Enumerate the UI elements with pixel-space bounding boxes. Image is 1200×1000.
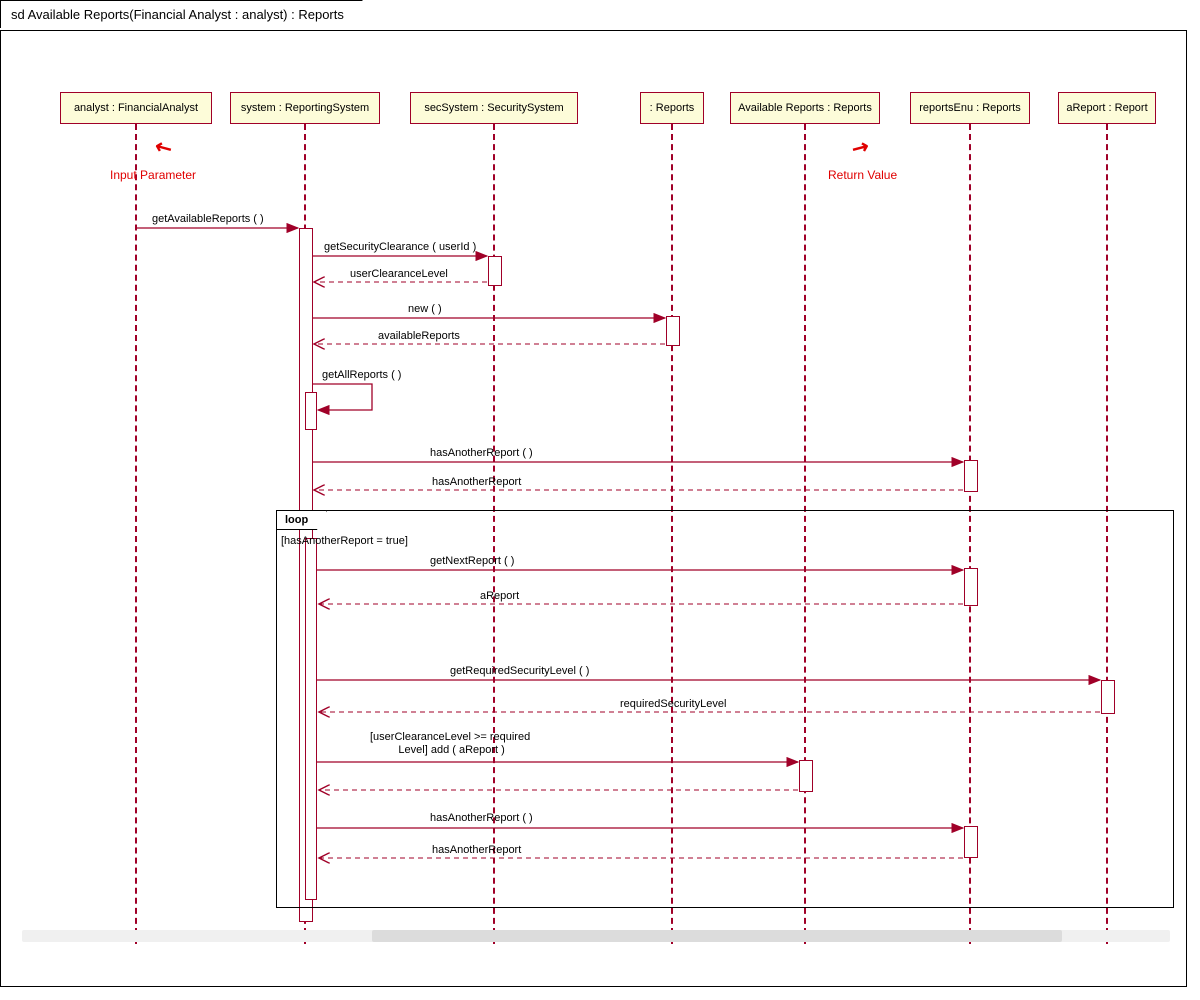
- activation-reportsenu: [964, 460, 978, 492]
- msg-getsecurity: getSecurityClearance ( userId ): [324, 241, 476, 253]
- loop-tab: loop: [276, 510, 327, 530]
- lifeline-system: system : ReportingSystem: [230, 92, 380, 124]
- msg-getavailablereports: getAvailableReports ( ): [152, 213, 264, 225]
- lifeline-reportsenu: reportsEnu : Reports: [910, 92, 1030, 124]
- msg-getnext: getNextReport ( ): [430, 555, 514, 567]
- lifeline-analyst: analyst : FinancialAnalyst: [60, 92, 212, 124]
- msg-getreqsec: getRequiredSecurityLevel ( ): [450, 665, 589, 677]
- msg-hasanother1r: hasAnotherReport: [432, 476, 521, 488]
- lifeline-line: [135, 124, 137, 944]
- frame-title-tab: sd Available Reports(Financial Analyst :…: [0, 0, 363, 28]
- msg-hasanother2: hasAnotherReport ( ): [430, 812, 533, 824]
- frame-title: sd Available Reports(Financial Analyst :…: [11, 7, 344, 22]
- h-scrollbar-thumb[interactable]: [372, 930, 1062, 942]
- msg-hasanother1: hasAnotherReport ( ): [430, 447, 533, 459]
- activation-secsystem: [488, 256, 502, 286]
- lifeline-secsystem: secSystem : SecuritySystem: [410, 92, 578, 124]
- msg-addreport: [userClearanceLevel >= required Level] a…: [370, 731, 530, 757]
- loop-guard: [hasAnotherReport = true]: [281, 535, 408, 547]
- activation-selfcall: [305, 392, 317, 430]
- annotation-input: Input Parameter: [110, 168, 196, 182]
- msg-hasanother2r: hasAnotherReport: [432, 844, 521, 856]
- lifeline-available-reports: Available Reports : Reports: [730, 92, 880, 124]
- lifeline-areport: aReport : Report: [1058, 92, 1156, 124]
- msg-getallreports: getAllReports ( ): [322, 369, 401, 381]
- activation-reports: [666, 316, 680, 346]
- msg-availablereports: availableReports: [378, 330, 460, 342]
- lifeline-reports: : Reports: [640, 92, 704, 124]
- annotation-return: Return Value: [828, 168, 897, 182]
- msg-new: new ( ): [408, 303, 442, 315]
- sequence-diagram: sd Available Reports(Financial Analyst :…: [0, 0, 1200, 1000]
- msg-userclearance: userClearanceLevel: [350, 268, 448, 280]
- h-scrollbar[interactable]: [22, 930, 1170, 942]
- msg-areport: aReport: [480, 590, 519, 602]
- msg-reqseclevel: requiredSecurityLevel: [620, 698, 726, 710]
